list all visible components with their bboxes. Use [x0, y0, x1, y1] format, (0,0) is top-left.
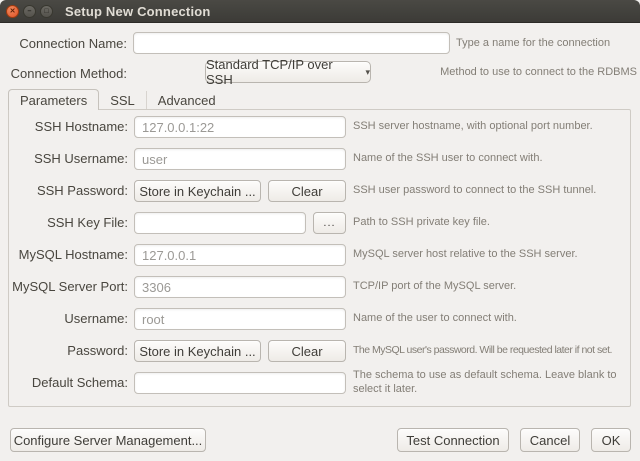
minimize-icon[interactable]: –	[23, 5, 36, 18]
form-row-ssh-hostname: SSH Hostname: SSH server hostname, with …	[9, 116, 630, 138]
form-row-ssh-key-file: SSH Key File: ... Path to SSH private ke…	[9, 212, 630, 234]
ssh-key-file-browse-button[interactable]: ...	[313, 212, 346, 234]
window-controls: ✕ – □	[6, 5, 53, 18]
tab-advanced[interactable]: Advanced	[147, 91, 227, 109]
form-row-username: Username: Name of the user to connect wi…	[9, 308, 630, 330]
form-row-mysql-hostname: MySQL Hostname: MySQL server host relati…	[9, 244, 630, 266]
ssh-password-store-keychain-button[interactable]: Store in Keychain ...	[134, 180, 261, 202]
ssh-key-file-label: SSH Key File:	[9, 212, 128, 234]
footer-button-group: Test Connection Cancel OK	[397, 428, 631, 452]
connection-name-hint: Type a name for the connection	[456, 37, 610, 49]
mysql-server-port-hint: TCP/IP port of the MySQL server.	[353, 280, 630, 294]
parameters-panel: SSH Hostname: SSH server hostname, with …	[8, 109, 631, 407]
connection-method-dropdown[interactable]: Standard TCP/IP over SSH ▾	[205, 61, 371, 83]
mysql-hostname-hint: MySQL server host relative to the SSH se…	[353, 248, 630, 262]
ssh-hostname-hint: SSH server hostname, with optional port …	[353, 120, 630, 134]
cancel-button[interactable]: Cancel	[520, 428, 580, 452]
window-title: Setup New Connection	[65, 4, 211, 19]
username-input[interactable]	[134, 308, 346, 330]
form-row-mysql-server-port: MySQL Server Port: TCP/IP port of the My…	[9, 276, 630, 298]
password-label: Password:	[9, 340, 128, 362]
connection-method-label: Connection Method:	[0, 66, 127, 81]
ssh-key-file-input[interactable]	[134, 212, 306, 234]
username-label: Username:	[9, 308, 128, 330]
form-row-ssh-password: SSH Password: Store in Keychain ... Clea…	[9, 180, 630, 202]
ssh-password-hint: SSH user password to connect to the SSH …	[353, 184, 630, 198]
configure-server-management-button[interactable]: Configure Server Management...	[10, 428, 206, 452]
ssh-username-hint: Name of the SSH user to connect with.	[353, 152, 630, 166]
ssh-password-label: SSH Password:	[9, 180, 128, 202]
ssh-hostname-label: SSH Hostname:	[9, 116, 128, 138]
tab-parameters[interactable]: Parameters	[8, 89, 99, 110]
username-hint: Name of the user to connect with.	[353, 312, 630, 326]
tab-ssl[interactable]: SSL	[99, 91, 147, 109]
mysql-server-port-input[interactable]	[134, 276, 346, 298]
title-bar: ✕ – □ Setup New Connection	[0, 0, 640, 23]
test-connection-button[interactable]: Test Connection	[397, 428, 509, 452]
form-row-default-schema: Default Schema: The schema to use as def…	[9, 372, 630, 394]
ok-button[interactable]: OK	[591, 428, 631, 452]
password-store-keychain-button[interactable]: Store in Keychain ...	[134, 340, 261, 362]
connection-method-hint: Method to use to connect to the RDBMS	[440, 66, 637, 78]
maximize-icon[interactable]: □	[40, 5, 53, 18]
default-schema-input[interactable]	[134, 372, 346, 394]
default-schema-hint: The schema to use as default schema. Lea…	[353, 369, 630, 397]
ssh-username-input[interactable]	[134, 148, 346, 170]
mysql-server-port-label: MySQL Server Port:	[9, 276, 128, 298]
ssh-hostname-input[interactable]	[134, 116, 346, 138]
ssh-username-label: SSH Username:	[9, 148, 128, 170]
password-clear-button[interactable]: Clear	[268, 340, 346, 362]
connection-name-input[interactable]	[133, 32, 450, 54]
close-icon[interactable]: ✕	[6, 5, 19, 18]
connection-method-value: Standard TCP/IP over SSH	[206, 57, 359, 87]
ssh-key-file-hint: Path to SSH private key file.	[353, 216, 630, 230]
default-schema-label: Default Schema:	[9, 372, 128, 394]
tab-bar: Parameters SSL Advanced	[8, 89, 227, 110]
form-row-ssh-username: SSH Username: Name of the SSH user to co…	[9, 148, 630, 170]
ssh-password-clear-button[interactable]: Clear	[268, 180, 346, 202]
form-row-password: Password: Store in Keychain ... Clear Th…	[9, 340, 630, 362]
connection-name-label: Connection Name:	[0, 36, 127, 51]
mysql-hostname-label: MySQL Hostname:	[9, 244, 128, 266]
password-hint: The MySQL user's password. Will be reque…	[353, 344, 630, 357]
chevron-down-icon: ▾	[365, 67, 370, 78]
mysql-hostname-input[interactable]	[134, 244, 346, 266]
